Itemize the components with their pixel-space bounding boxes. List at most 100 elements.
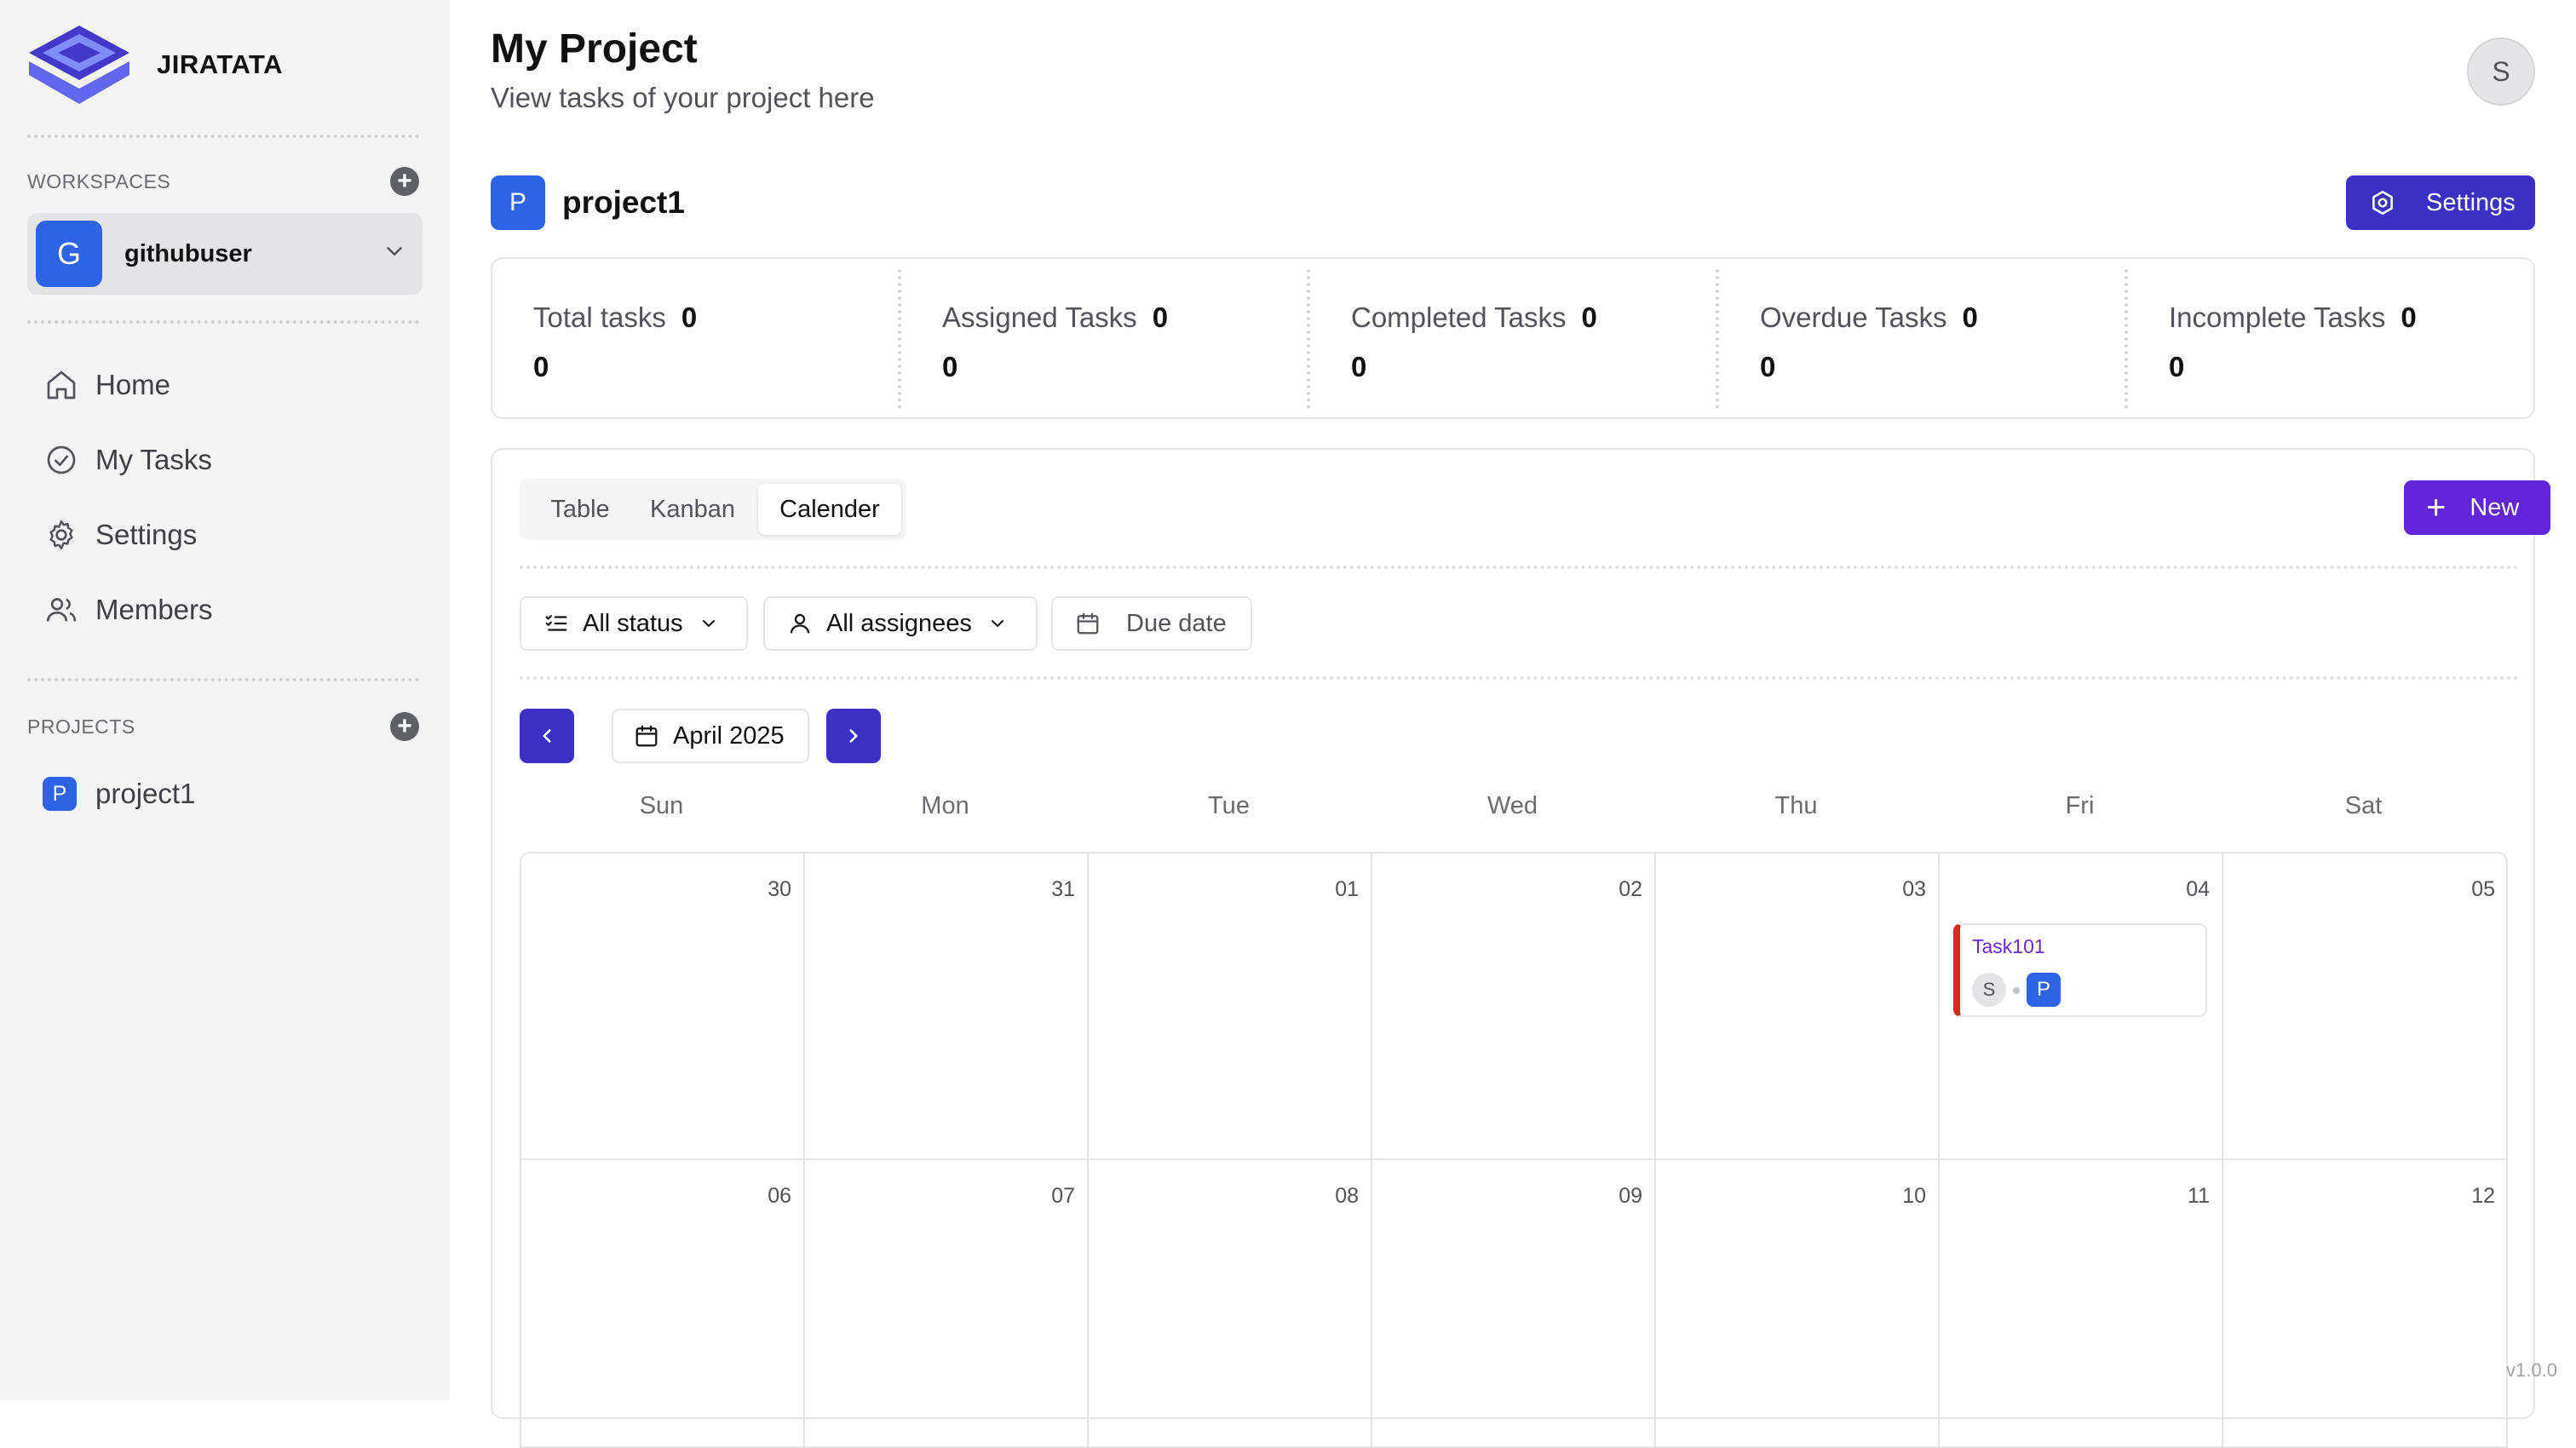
workspace-avatar: G xyxy=(36,221,102,287)
assignee-filter-label: All assignees xyxy=(826,609,972,637)
page-subtitle: View tasks of your project here xyxy=(491,82,875,113)
month-picker[interactable]: April 2025 xyxy=(612,709,809,763)
sidebar-item-label: Home xyxy=(95,369,171,400)
sidebar-item-label: Members xyxy=(95,594,213,625)
view-tabs: Table Kanban Calender xyxy=(520,479,906,540)
calendar-day[interactable]: 03 xyxy=(1656,853,1940,1160)
day-number: 01 xyxy=(1335,877,1359,901)
chevron-down-icon xyxy=(987,613,1008,634)
weekday-header: Tue xyxy=(1208,792,1250,819)
next-month-button[interactable] xyxy=(826,709,881,763)
stat-badge: 0 xyxy=(2401,302,2417,333)
stat-total-tasks: Total tasks 0 0 xyxy=(533,302,697,383)
sidebar-item-home[interactable]: Home xyxy=(44,368,170,402)
sidebar-item-settings[interactable]: Settings xyxy=(44,518,197,552)
calendar-day[interactable]: 10 xyxy=(1656,1160,1940,1446)
tab-kanban[interactable]: Kanban xyxy=(635,484,750,535)
sidebar: JIRATATA WORKSPACES + G githubuser Home … xyxy=(0,0,450,1400)
projects-label: PROJECTS xyxy=(27,715,135,738)
calendar-day[interactable]: 06 xyxy=(521,1160,805,1446)
divider xyxy=(2125,269,2128,409)
plus-icon: + xyxy=(2426,489,2447,526)
new-task-button[interactable]: + New xyxy=(2404,480,2550,535)
calendar-icon xyxy=(1075,611,1101,636)
stat-badge: 0 xyxy=(681,302,698,333)
calendar-day[interactable]: 31 xyxy=(805,853,1089,1160)
new-label: New xyxy=(2470,493,2520,521)
day-number: 30 xyxy=(768,877,791,901)
project-badge: P xyxy=(491,175,545,230)
sidebar-item-label: Settings xyxy=(95,519,198,550)
check-circle-icon xyxy=(47,445,76,474)
calendar-day[interactable]: 02 xyxy=(1372,853,1656,1160)
divider xyxy=(27,135,419,138)
due-date-label: Due date xyxy=(1126,609,1227,637)
chevron-down-icon xyxy=(699,613,719,634)
calendar-day[interactable]: 05 xyxy=(2223,853,2506,1160)
day-number: 02 xyxy=(1619,877,1642,901)
workspace-name: githubuser xyxy=(124,239,252,267)
calendar-icon xyxy=(634,723,659,749)
chevron-down-icon xyxy=(387,247,402,256)
assignee-avatar: S xyxy=(1972,973,2006,1007)
weekday-header: Wed xyxy=(1486,792,1538,819)
tasks-panel: Table Kanban Calender + New All status A… xyxy=(491,448,2550,1448)
app-logo[interactable]: JIRATATA xyxy=(27,24,283,106)
weekday-header: Fri xyxy=(2065,792,2095,819)
app-name: JIRATATA xyxy=(157,49,284,79)
weekday-header: Mon xyxy=(921,792,969,819)
due-date-filter[interactable]: Due date xyxy=(1051,596,1252,651)
stat-label: Overdue Tasks xyxy=(1760,302,1947,333)
status-filter[interactable]: All status xyxy=(520,596,748,651)
stat-value: 0 xyxy=(2169,351,2185,382)
project-header: P project1 xyxy=(491,175,685,230)
user-avatar[interactable]: S xyxy=(2467,37,2535,106)
day-number: 03 xyxy=(1902,877,1926,901)
calendar-day[interactable]: 30 xyxy=(521,853,805,1160)
workspaces-label: WORKSPACES xyxy=(27,170,171,192)
calendar-day[interactable]: 09 xyxy=(1372,1160,1656,1446)
tab-calender[interactable]: Calender xyxy=(758,484,901,535)
prev-month-button[interactable] xyxy=(520,709,574,763)
task-card[interactable]: Task101 S P xyxy=(1953,923,2207,1017)
day-number: 11 xyxy=(2188,1184,2210,1208)
sidebar-item-members[interactable]: Members xyxy=(44,593,213,627)
stat-value: 0 xyxy=(1760,351,1776,382)
project-badge: P xyxy=(43,777,77,811)
add-workspace-button[interactable]: + xyxy=(390,167,419,196)
divider xyxy=(1716,269,1719,409)
day-number: 04 xyxy=(2186,877,2210,901)
app-version: v1.0.0 xyxy=(2506,1359,2557,1381)
assignee-filter[interactable]: All assignees xyxy=(763,596,1038,651)
stat-label: Completed Tasks xyxy=(1351,302,1567,333)
settings-icon xyxy=(2368,188,2397,217)
sidebar-item-project1[interactable]: P project1 xyxy=(43,777,195,811)
chevron-left-icon xyxy=(543,729,551,743)
stat-badge: 0 xyxy=(1152,302,1169,333)
sidebar-item-label: My Tasks xyxy=(95,444,212,475)
weekday-header: Thu xyxy=(1774,792,1818,819)
calendar-day[interactable]: 08 xyxy=(1089,1160,1372,1446)
calendar-day[interactable]: 04 Task101 S P xyxy=(1940,853,2223,1160)
settings-label: Settings xyxy=(2426,188,2516,216)
stat-assigned-tasks: Assigned Tasks 0 0 xyxy=(942,302,1168,383)
stat-value: 0 xyxy=(1351,351,1367,382)
calendar-day[interactable]: 11 xyxy=(1940,1160,2223,1446)
weekday-header: Sun xyxy=(639,792,684,819)
day-number: 09 xyxy=(1619,1184,1642,1208)
task-name: Task101 xyxy=(1972,935,2045,957)
calendar-day[interactable]: 12 xyxy=(2223,1160,2506,1446)
project-settings-button[interactable]: Settings xyxy=(2346,175,2535,230)
add-project-button[interactable]: + xyxy=(390,712,419,741)
separator-dot xyxy=(2013,987,2020,994)
calendar-day[interactable]: 01 xyxy=(1089,853,1372,1160)
tab-table[interactable]: Table xyxy=(530,484,630,535)
stat-completed-tasks: Completed Tasks 0 0 xyxy=(1351,302,1597,383)
stat-label: Total tasks xyxy=(533,302,666,333)
page-title: My Project xyxy=(491,26,698,72)
day-number: 31 xyxy=(1051,877,1075,901)
sidebar-item-my-tasks[interactable]: My Tasks xyxy=(44,443,212,477)
divider xyxy=(27,678,419,681)
workspace-switcher[interactable]: G githubuser xyxy=(27,213,423,295)
calendar-day[interactable]: 07 xyxy=(805,1160,1089,1446)
